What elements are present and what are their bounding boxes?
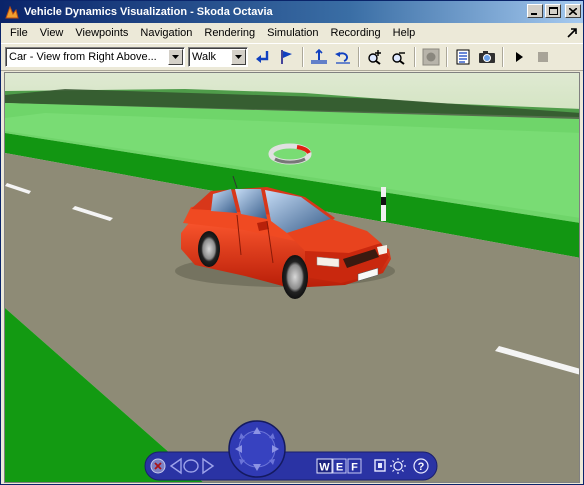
toolbar-separator [446,47,448,67]
walk-mode-label: W [319,462,330,474]
navigation-select-value: Walk [192,51,217,63]
chevron-down-icon[interactable] [231,49,246,65]
navigation-panel: W E F ? [144,420,438,481]
dock-icon[interactable] [565,26,579,40]
viewpoint-select[interactable]: Car - View from Right Above... [5,47,185,67]
menu-simulation[interactable]: Simulation [261,25,324,41]
toolbar-separator [302,47,304,67]
properties-button[interactable] [452,46,474,68]
app-icon [5,5,19,19]
minimize-icon [531,12,537,15]
zoom-in-button[interactable] [364,46,386,68]
menu-viewpoints[interactable]: Viewpoints [69,25,134,41]
return-icon [256,51,269,63]
flag-icon [281,50,292,64]
fly-mode-label: F [351,462,358,474]
maximize-button[interactable] [545,4,561,18]
viewpoint-select-value: Car - View from Right Above... [9,51,157,63]
straighten-up-button[interactable] [308,46,330,68]
menu-file[interactable]: File [4,25,34,41]
zoom-in-icon [368,50,381,65]
zoom-out-icon [392,52,405,65]
properties-icon [456,49,470,65]
undo-move-button[interactable] [332,46,354,68]
record-icon [422,48,440,66]
toolbar-separator [502,47,504,67]
examine-mode-label: E [336,462,343,474]
navigation-select[interactable]: Walk [188,47,248,67]
maximize-icon [548,7,558,15]
record-button[interactable] [420,46,442,68]
main-window: Vehicle Dynamics Visualization - Skoda O… [0,0,584,485]
window-title: Vehicle Dynamics Visualization - Skoda O… [24,6,273,18]
fly-mode-button[interactable]: F [347,458,362,474]
menu-view[interactable]: View [34,25,70,41]
menu-rendering[interactable]: Rendering [198,25,261,41]
straighten-icon [311,49,327,64]
camera-icon [479,51,495,63]
navigation-panel-bar [144,451,438,481]
examine-mode-button[interactable]: E [332,458,347,474]
help-button[interactable]: ? [413,458,429,474]
menu-help[interactable]: Help [387,25,422,41]
title-bar[interactable]: Vehicle Dynamics Visualization - Skoda O… [1,1,583,23]
undo-move-icon [335,52,350,64]
zoom-out-button[interactable] [388,46,410,68]
stop-simulation-button[interactable] [532,46,554,68]
menu-navigation[interactable]: Navigation [134,25,198,41]
toolbar-separator [414,47,416,67]
toolbar: Car - View from Right Above... Walk [1,43,583,71]
close-panel-button[interactable] [150,458,166,474]
play-icon [516,52,523,62]
chevron-down-icon[interactable] [168,49,183,65]
help-label: ? [418,461,425,473]
close-icon [569,7,577,15]
start-simulation-button[interactable] [508,46,530,68]
menu-bar: File View Viewpoints Navigation Renderin… [1,23,583,43]
add-viewpoint-button[interactable] [276,46,298,68]
stop-icon [538,52,548,62]
menu-recording[interactable]: Recording [325,25,387,41]
walk-mode-button[interactable]: W [316,458,333,474]
guard-post-stripe [381,197,386,205]
minimize-button[interactable] [527,4,543,18]
close-button[interactable] [565,4,581,18]
return-to-viewpoint-button[interactable] [252,46,274,68]
toolbar-separator [358,47,360,67]
capture-frame-button[interactable] [476,46,498,68]
